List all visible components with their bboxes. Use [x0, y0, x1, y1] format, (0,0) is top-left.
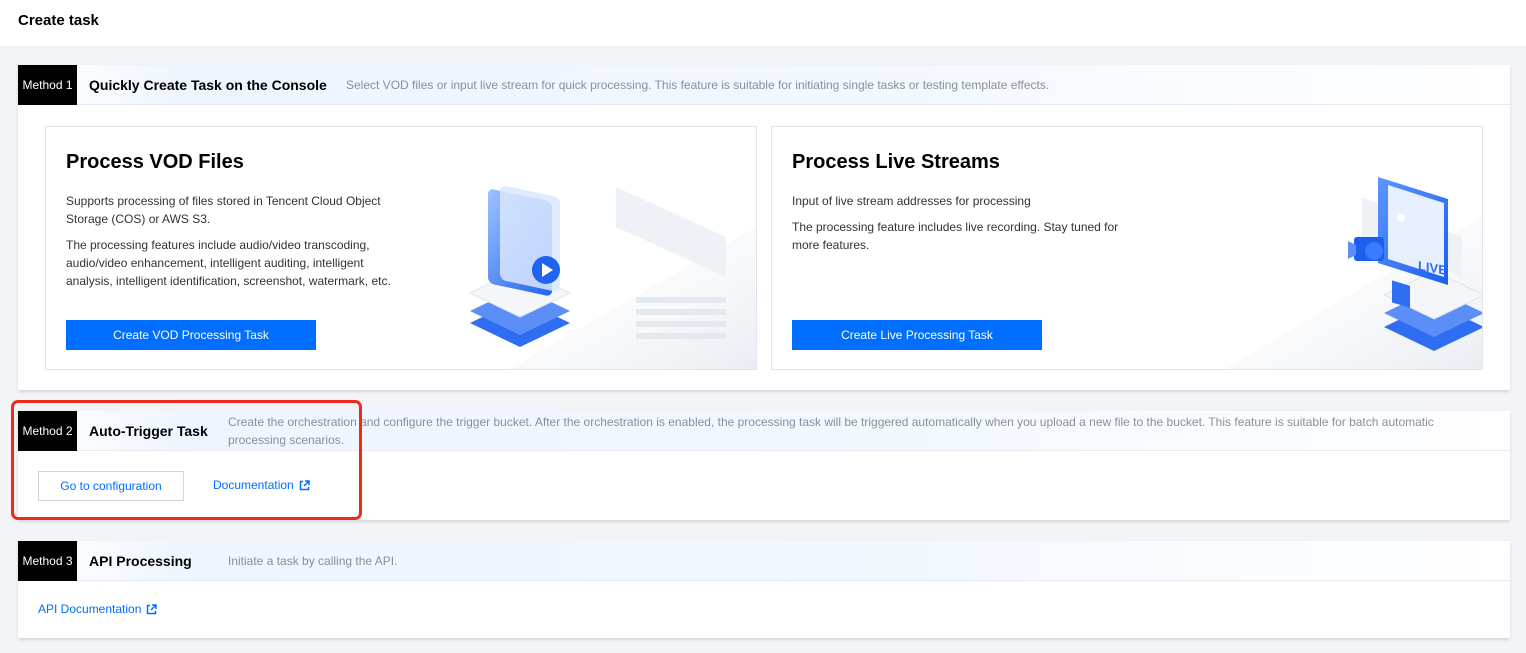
- api-documentation-link[interactable]: API Documentation: [38, 602, 158, 616]
- live-stream-illustration-icon: LIVE: [1225, 177, 1482, 369]
- method3-title: API Processing: [89, 553, 192, 569]
- method1-card: Method 1 Quickly Create Task on the Cons…: [18, 65, 1510, 390]
- external-link-icon: [147, 603, 158, 614]
- method1-header: Method 1 Quickly Create Task on the Cons…: [18, 65, 1510, 105]
- live-card-title: Process Live Streams: [792, 151, 1000, 173]
- documentation-link[interactable]: Documentation: [213, 478, 310, 492]
- method3-description: Initiate a task by calling the API.: [228, 554, 398, 568]
- vod-card-title: Process VOD Files: [66, 151, 244, 173]
- method3-header: Method 3 API Processing Initiate a task …: [18, 541, 1510, 581]
- live-card-paragraph-2: The processing feature includes live rec…: [792, 220, 1119, 252]
- external-link-icon: [299, 479, 310, 490]
- method3-card: Method 3 API Processing Initiate a task …: [18, 541, 1510, 638]
- method2-description: Create the orchestration and configure t…: [228, 415, 1434, 447]
- method2-header: Method 2 Auto-Trigger Task Create the or…: [18, 411, 1510, 451]
- vod-card: Process VOD Files Supports processing of…: [45, 126, 757, 370]
- live-card: LIVE Process Live Streams Input of live …: [771, 126, 1483, 370]
- create-live-task-button[interactable]: Create Live Processing Task: [792, 320, 1042, 350]
- page-title: Create task: [18, 12, 99, 29]
- method2-title: Auto-Trigger Task: [89, 423, 208, 439]
- go-to-configuration-button[interactable]: Go to configuration: [38, 471, 184, 501]
- method1-description: Select VOD files or input live stream fo…: [346, 78, 1050, 92]
- api-documentation-link-label: API Documentation: [38, 602, 142, 616]
- method1-title: Quickly Create Task on the Console: [89, 77, 327, 93]
- method1-badge: Method 1: [18, 65, 77, 105]
- vod-card-paragraph-1: Supports processing of files stored in T…: [66, 194, 381, 226]
- method2-card: Method 2 Auto-Trigger Task Create the or…: [18, 411, 1510, 520]
- method3-badge: Method 3: [18, 541, 77, 581]
- folder-play-illustration-icon: [468, 185, 756, 369]
- method2-badge: Method 2: [18, 411, 77, 451]
- page-header: Create task: [0, 0, 1526, 46]
- create-vod-task-button[interactable]: Create VOD Processing Task: [66, 320, 316, 350]
- live-card-paragraph-1: Input of live stream addresses for proce…: [792, 194, 1031, 208]
- vod-card-paragraph-2: The processing features include audio/vi…: [66, 238, 391, 288]
- documentation-link-label: Documentation: [213, 478, 294, 492]
